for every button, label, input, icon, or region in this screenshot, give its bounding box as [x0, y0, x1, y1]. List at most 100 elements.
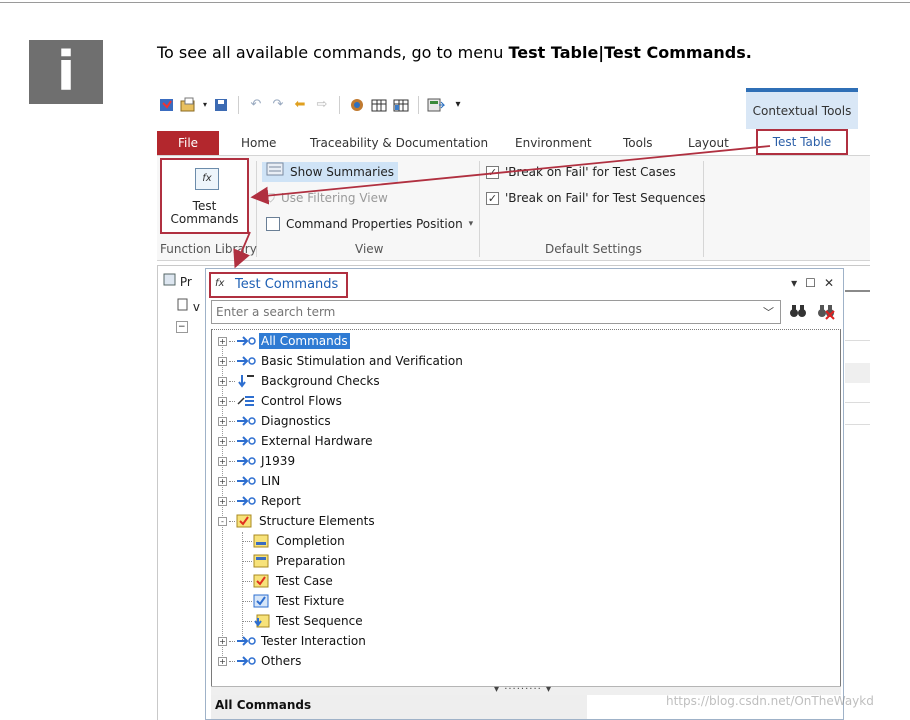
clear-search-icon[interactable] — [817, 302, 835, 320]
tree-connector — [229, 380, 235, 382]
contextual-tools-label: Contextual Tools — [752, 103, 852, 118]
tree-connector — [229, 340, 235, 342]
tree-item-basic-stimulation[interactable]: + Basic Stimulation and Verification — [218, 351, 465, 371]
tree-item-structure-elements[interactable]: - Structure Elements — [218, 511, 377, 531]
tab-test-table[interactable]: Test Table — [756, 129, 848, 155]
tab-file[interactable]: File — [157, 131, 219, 155]
tree-item-test-fixture[interactable]: Test Fixture — [242, 591, 346, 611]
tab-environment[interactable]: Environment — [515, 131, 592, 155]
grid-alt-icon[interactable] — [392, 97, 410, 113]
tree-item-test-case[interactable]: Test Case — [242, 571, 335, 591]
tree-connector — [229, 640, 235, 642]
tree-item-j1939[interactable]: + J1939 — [218, 451, 297, 471]
background-row-divider — [845, 402, 870, 403]
background-check-icon — [236, 374, 256, 388]
binoculars-icon[interactable] — [789, 302, 807, 320]
tree-item-label: Background Checks — [261, 374, 380, 388]
forward-icon[interactable]: ⇨ — [313, 97, 331, 113]
expand-icon[interactable]: + — [218, 656, 227, 666]
tree-item-all-commands[interactable]: + All Commands — [218, 331, 350, 351]
contextual-tools-header: Contextual Tools — [746, 88, 858, 129]
tree-connector — [229, 360, 235, 362]
expand-icon[interactable]: + — [218, 436, 227, 446]
break-on-fail-test-cases-checkbox[interactable]: ✓ 'Break on Fail' for Test Cases — [486, 162, 676, 182]
tree-item-label: Test Fixture — [276, 594, 345, 608]
background-tree-expander: − — [176, 318, 188, 333]
tree-item-tester-interaction[interactable]: + Tester Interaction — [218, 631, 368, 651]
break-on-fail-test-sequences-checkbox[interactable]: ✓ 'Break on Fail' for Test Sequences — [486, 188, 706, 208]
maximize-icon[interactable]: ☐ — [805, 276, 816, 290]
back-icon[interactable]: ⬅ — [291, 97, 309, 113]
expand-icon[interactable]: + — [218, 636, 227, 646]
tree-connector — [229, 500, 235, 502]
group-label-view: View — [355, 242, 384, 256]
background-tab[interactable]: Pr — [163, 273, 192, 289]
test-commands-label-line2: Commands — [170, 212, 239, 226]
search-input[interactable] — [212, 301, 752, 323]
group-label-function-library: Function Library — [160, 242, 257, 256]
tree-item-external-hardware[interactable]: + External Hardware — [218, 431, 375, 451]
background-selected-row — [845, 363, 870, 383]
save-icon[interactable] — [212, 97, 230, 113]
description-panel: All Commands — [211, 695, 587, 719]
dropdown-caret-icon[interactable]: ▾ — [202, 97, 208, 113]
tree-item-label: Tester Interaction — [261, 634, 366, 648]
tree-item-report[interactable]: + Report — [218, 491, 303, 511]
expand-icon[interactable]: + — [218, 416, 227, 426]
settings-icon[interactable] — [348, 97, 366, 113]
chevron-down-icon[interactable]: ﹀ — [763, 304, 774, 320]
tree-item-label: All Commands — [259, 333, 350, 349]
splitter-grip-icon[interactable]: ▾ ········· ▾ — [494, 684, 552, 695]
tree-item-test-sequence[interactable]: Test Sequence — [242, 611, 365, 631]
tree-item-background-checks[interactable]: + Background Checks — [218, 371, 382, 391]
dropdown-icon[interactable]: ▾ — [449, 97, 467, 113]
expand-icon[interactable]: + — [218, 336, 227, 346]
window-title-bar[interactable]: fx Test Commands ▾ ☐ ✕ — [207, 270, 842, 299]
tab-layout[interactable]: Layout — [688, 131, 729, 155]
expand-icon[interactable]: + — [218, 376, 227, 386]
tree-item-label: Test Sequence — [276, 614, 363, 628]
tree-connector — [229, 460, 235, 462]
instruction-menu-path: Test Table|Test Commands. — [508, 43, 752, 62]
close-icon[interactable]: ✕ — [824, 276, 834, 290]
collapse-icon[interactable]: - — [218, 516, 227, 526]
fx-icon: fx — [215, 278, 225, 289]
expand-icon[interactable]: + — [218, 356, 227, 366]
arrow-icon — [236, 335, 256, 347]
tree-item-label: J1939 — [261, 454, 296, 468]
arrow-icon — [236, 475, 256, 487]
expand-icon[interactable]: + — [218, 396, 227, 406]
document-icon — [176, 298, 189, 314]
tab-traceability-documentation[interactable]: Traceability & Documentation — [310, 131, 488, 155]
toolbar-separator — [418, 96, 419, 114]
expand-icon[interactable]: + — [218, 496, 227, 506]
command-properties-position-dropdown[interactable]: Command Properties Position ▾ — [266, 214, 473, 234]
group-label-default-settings: Default Settings — [545, 242, 642, 256]
summaries-icon — [266, 162, 284, 182]
test-commands-button[interactable]: fx Test Commands — [160, 158, 249, 234]
tree-item-preparation[interactable]: Preparation — [242, 551, 347, 571]
tree-item-lin[interactable]: + LIN — [218, 471, 282, 491]
test-file-icon[interactable] — [158, 97, 176, 113]
window-menu-icon[interactable]: ▾ — [791, 276, 797, 290]
redo-icon[interactable]: ↷ — [269, 97, 287, 113]
expand-icon[interactable]: + — [218, 456, 227, 466]
tree-item-label: Test Case — [276, 574, 333, 588]
show-summaries-toggle[interactable]: Show Summaries — [262, 162, 399, 182]
toolbar-separator — [339, 96, 340, 114]
tab-home[interactable]: Home — [241, 131, 276, 155]
expand-icon[interactable]: + — [218, 476, 227, 486]
tree-connector — [242, 560, 252, 562]
export-icon[interactable] — [427, 97, 445, 113]
group-separator — [703, 161, 704, 257]
search-combobox[interactable]: ﹀ — [211, 300, 781, 324]
tab-tools[interactable]: Tools — [623, 131, 653, 155]
undo-icon[interactable]: ↶ — [247, 97, 265, 113]
open-folder-icon[interactable] — [180, 97, 198, 113]
grid-icon[interactable] — [370, 97, 388, 113]
tree-item-diagnostics[interactable]: + Diagnostics — [218, 411, 333, 431]
tree-item-control-flows[interactable]: + Control Flows — [218, 391, 344, 411]
use-filtering-view-toggle[interactable]: ⛉ Use Filtering View — [266, 188, 388, 208]
tree-item-others[interactable]: + Others — [218, 651, 303, 671]
tree-item-completion[interactable]: Completion — [242, 531, 347, 551]
